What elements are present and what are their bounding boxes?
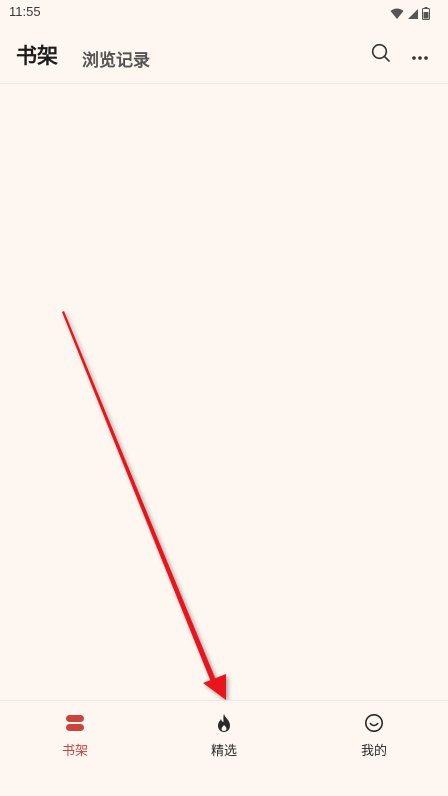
nav-item-bookshelf[interactable]: 书架 xyxy=(25,711,125,759)
bottom-nav: 书架 精选 我的 xyxy=(0,700,448,796)
app-screen: 11:55 书架 浏览记录 书架 精选 我的 xyxy=(0,0,448,796)
annotation-arrow xyxy=(62,311,226,700)
smiley-icon xyxy=(362,711,386,735)
nav-label-featured: 精选 xyxy=(210,744,237,759)
nav-item-mine[interactable]: 我的 xyxy=(324,711,424,759)
nav-label-mine: 我的 xyxy=(360,744,387,759)
nav-label-bookshelf: 书架 xyxy=(61,744,88,759)
nav-item-featured[interactable]: 精选 xyxy=(174,711,274,759)
flame-icon xyxy=(212,711,236,735)
bookshelf-icon xyxy=(63,711,87,735)
